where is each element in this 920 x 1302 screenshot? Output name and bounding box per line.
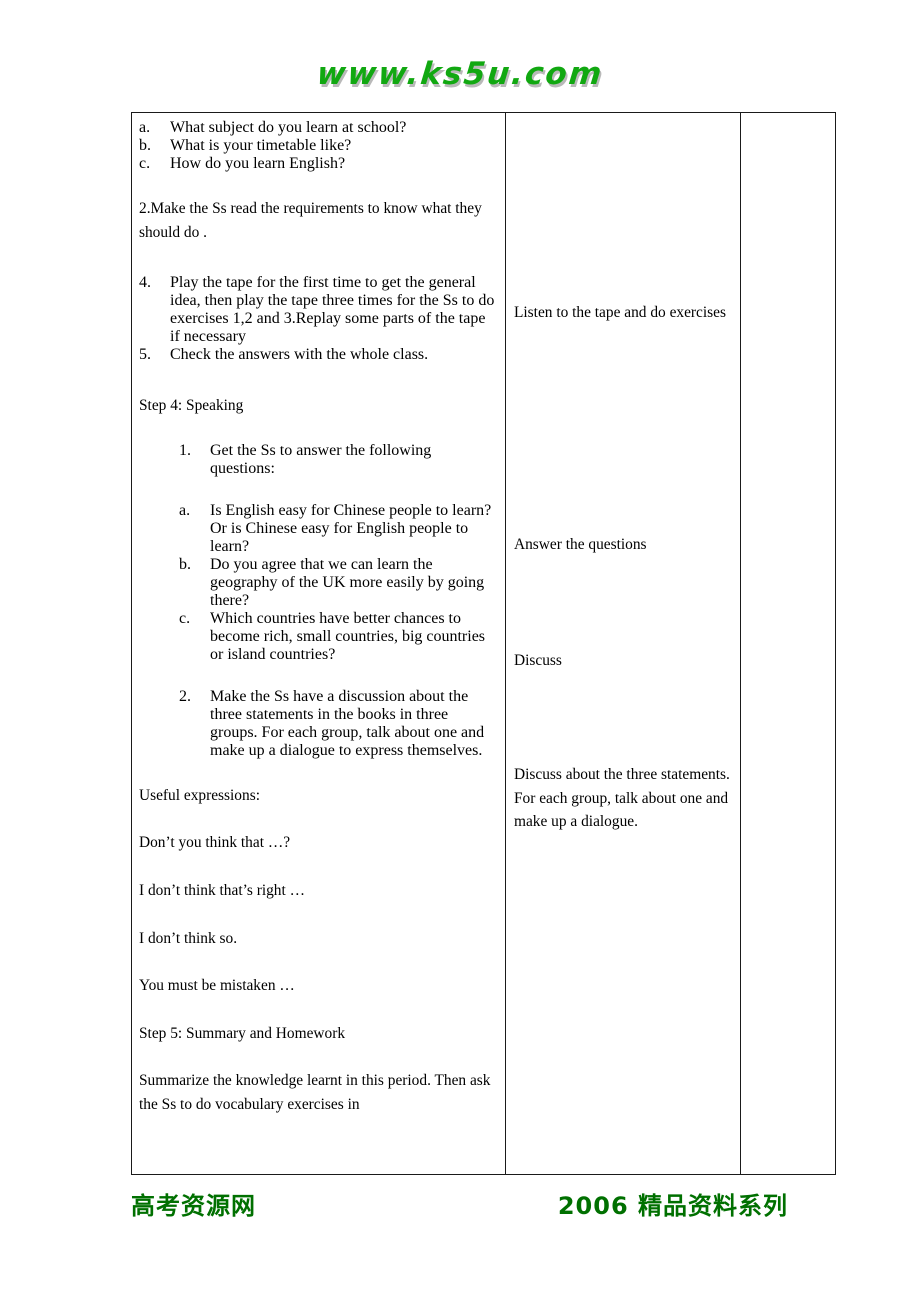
table-cell-procedure: a. What subject do you learn at school? … (132, 113, 506, 1174)
page-footer: 高考资源网 2006 精品资料系列 (131, 1186, 836, 1221)
footer-site-name: 高考资源网 (131, 1192, 256, 1220)
list-marker: 2. (179, 687, 191, 705)
list-marker: c. (179, 609, 191, 627)
paragraph-requirements: 2.Make the Ss read the requirements to k… (139, 200, 482, 241)
list-text: What is your timetable like? (170, 137, 352, 154)
list-text: Play the tape for the first time to get … (170, 274, 495, 346)
note-answer-questions: Answer the questions (514, 536, 647, 553)
list-item: 2. Make the Ss have a discussion about t… (179, 688, 497, 760)
step5-text: Summarize the knowledge learnt in this p… (139, 1072, 491, 1113)
list-text: Do you agree that we can learn the geogr… (210, 555, 485, 609)
useful-expression-item: Don’t you think that …? (139, 834, 291, 852)
note-discuss: Discuss (514, 652, 562, 669)
table-cell-notes (741, 113, 835, 1174)
lesson-plan-table: a. What subject do you learn at school? … (131, 112, 836, 1175)
list-text: Which countries have better chances to b… (210, 609, 486, 663)
useful-expression-item: I don’t think so. (139, 929, 238, 947)
list-item: a. What subject do you learn at school? (139, 119, 497, 137)
table-cell-student-activity: Listen to the tape and do exercises Answ… (506, 113, 741, 1174)
step5-heading: Step 5: Summary and Homework (139, 1024, 346, 1042)
list-marker: a. (179, 501, 191, 519)
list-item: b. Do you agree that we can learn the ge… (179, 556, 497, 610)
list-item: a. Is English easy for Chinese people to… (179, 502, 497, 556)
list-text: How do you learn English? (170, 155, 346, 172)
list-item: b. What is your timetable like? (139, 137, 497, 155)
list-marker: 4. (139, 274, 151, 292)
list-item: c. How do you learn English? (139, 155, 497, 173)
list-marker: b. (139, 137, 151, 154)
list-marker: b. (179, 555, 191, 573)
list-item: c. Which countries have better chances t… (179, 610, 497, 664)
step4-heading: Step 4: Speaking (139, 397, 244, 415)
list-marker: 5. (139, 346, 151, 364)
useful-expressions-label: Useful expressions: (139, 786, 260, 804)
list-text: Check the answers with the whole class. (170, 346, 429, 364)
note-discuss-statements: Discuss about the three statements. For … (514, 766, 730, 831)
list-text: Make the Ss have a discussion about the … (210, 687, 485, 759)
list-item: 4. Play the tape for the first time to g… (139, 274, 497, 346)
list-text: What subject do you learn at school? (170, 119, 407, 136)
list-item: 1. Get the Ss to answer the following qu… (179, 442, 497, 478)
footer-series-label: 2006 精品资料系列 (557, 1192, 788, 1220)
list-marker: a. (139, 119, 151, 136)
list-text: Is English easy for Chinese people to le… (210, 501, 492, 555)
list-text: Get the Ss to answer the following quest… (210, 441, 432, 477)
list-marker: 1. (179, 441, 191, 459)
note-listen: Listen to the tape and do exercises (514, 304, 726, 321)
table-row: a. What subject do you learn at school? … (132, 113, 835, 1174)
useful-expression-item: You must be mistaken … (139, 977, 295, 995)
site-logo-band: www.ks5u.com (0, 56, 920, 92)
list-item: 5. Check the answers with the whole clas… (139, 346, 497, 364)
list-marker: c. (139, 155, 151, 172)
site-logo-text: www.ks5u.com (315, 56, 605, 92)
useful-expression-item: I don’t think that’s right … (139, 881, 306, 899)
